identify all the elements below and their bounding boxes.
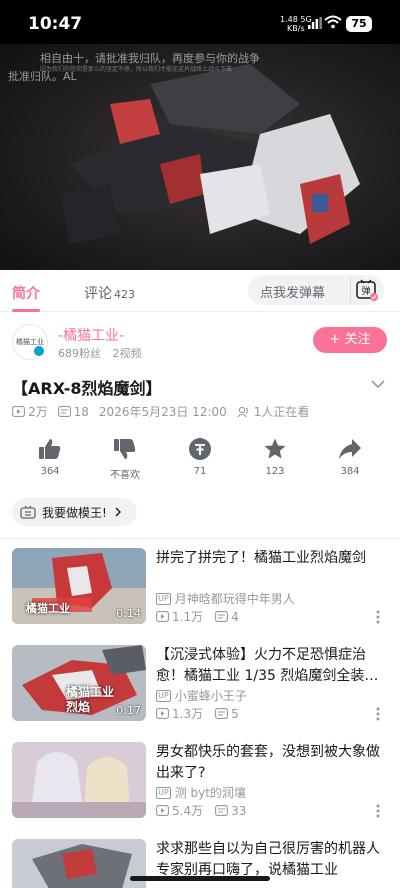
favorite-button[interactable]: 123 — [245, 436, 305, 477]
verified-badge-icon — [33, 345, 45, 357]
share-button[interactable]: 384 — [320, 436, 380, 477]
danmaku-count: 18 — [73, 404, 89, 419]
play-count-icon — [156, 708, 169, 719]
action-row: 364 不喜欢 71 123 384 — [0, 436, 400, 486]
related-video-uploader: UP 月神晗都玩得中年男人 — [156, 592, 295, 606]
up-badge-icon: UP — [156, 689, 171, 702]
video-title: 【ARX-8烈焰魔剑】 — [12, 379, 162, 398]
watching-count: 1人正在看 — [253, 405, 310, 419]
more-options-icon[interactable] — [375, 804, 381, 818]
network-speed: 1.48 5G KB/s — [280, 15, 312, 33]
wifi-icon — [324, 15, 342, 29]
related-video-title: 拼完了拼完了！橘猫工业烈焰魔剑 — [156, 550, 366, 566]
danmaku-count-icon — [215, 805, 229, 816]
watching-icon — [237, 406, 248, 417]
related-video-stats: 1.1万 4 — [156, 608, 251, 625]
svg-text:弹: 弹 — [361, 285, 370, 297]
thumbs-down-icon — [114, 439, 136, 459]
divider — [0, 538, 400, 539]
tab-comments[interactable]: 评论 423 — [84, 283, 135, 303]
related-video-stats: 1.3万 5 — [156, 705, 251, 722]
play-count-icon — [12, 406, 25, 417]
related-video[interactable]: 男女都快乐的套套，没想到被大象做出来了? UP 测 byt的润壤 5.4万 33 — [0, 742, 400, 834]
up-badge-icon: UP — [156, 786, 171, 799]
danmaku-count-icon — [215, 708, 229, 719]
publish-date: 2026年5月23日 12:00 — [98, 405, 227, 419]
up-badge-icon: UP — [156, 592, 171, 605]
danmaku-count-icon — [57, 406, 71, 417]
related-video[interactable]: 橘猫工业 0:14 拼完了拼完了！橘猫工业烈焰魔剑 UP 月神晗都玩得中年男人 1… — [0, 548, 400, 640]
active-tab-indicator — [12, 309, 40, 312]
related-video[interactable]: 橘猫工业 烈焰 0:17 【沉浸式体验】火力不足恐惧症治愈！橘猫工业 1/35 … — [0, 645, 400, 737]
dislike-button[interactable]: 不喜欢 — [95, 436, 155, 481]
home-indicator[interactable] — [130, 876, 270, 881]
uploader-meta: 689粉丝 2视频 — [58, 345, 150, 361]
thumbnail-caption: 橘猫工业 — [26, 602, 70, 615]
status-time: 10:47 — [28, 14, 83, 34]
video-thumbnail[interactable]: 橘猫工业 烈焰 0:17 — [12, 645, 146, 721]
danmaku-toggle-icon[interactable]: 弹 — [350, 277, 378, 303]
related-video-title: 男女都快乐的套套，没想到被大象做出来了? — [156, 744, 380, 781]
battery-indicator: 75 — [346, 16, 372, 32]
thumbs-up-icon — [39, 439, 61, 459]
related-video-title: 求求那些自以为自己很厉害的机器人专家别再口嗨了，说橘猫工业 — [156, 841, 380, 878]
tab-bar: 简介 评论 423 点我发弹幕 弹 — [0, 270, 400, 312]
related-video-uploader: UP 测 byt的润壤 — [156, 786, 246, 800]
danmaku-placeholder: 点我发弹幕 — [260, 286, 326, 301]
view-count: 2万 — [28, 405, 48, 419]
related-video-uploader: UP 小蜜蜂小王子 — [156, 689, 247, 703]
chevron-down-icon[interactable] — [370, 378, 386, 390]
status-bar: 10:47 1.48 5G KB/s 75 — [0, 0, 400, 44]
tag-icon — [20, 505, 36, 519]
signal-icon — [308, 17, 322, 29]
danmaku-line: 批准归队。AL — [8, 70, 77, 83]
fans-count: 689粉丝 — [58, 347, 101, 360]
tab-intro[interactable]: 简介 — [12, 283, 40, 303]
related-video-title: 【沉浸式体验】火力不足恐惧症治愈！橘猫工业 1/35 烈焰魔剑全装… — [156, 647, 379, 684]
chevron-right-icon — [115, 507, 121, 517]
play-count-icon — [156, 805, 169, 816]
video-player[interactable]: 相自由十，请批准我归队，再度参与你的战争 因为我们的信仰是那么的坚定不移，所以我… — [0, 44, 400, 270]
coin-icon — [189, 438, 211, 460]
related-video-stats: 5.4万 33 — [156, 802, 258, 819]
tag-label: 我要做模王! — [42, 505, 107, 520]
follow-button[interactable]: + 关注 — [313, 327, 387, 353]
video-thumbnail[interactable]: 橘猫工业 0:14 — [12, 548, 146, 624]
video-thumbnail[interactable] — [12, 742, 146, 818]
video-duration: 0:17 — [116, 704, 141, 717]
video-thumbnail[interactable] — [12, 839, 146, 888]
danmaku-input[interactable]: 点我发弹幕 弹 — [248, 275, 384, 305]
star-icon — [264, 438, 286, 459]
coin-button[interactable]: 71 — [170, 436, 230, 477]
play-count-icon — [156, 611, 169, 622]
activity-tag[interactable]: 我要做模王! — [12, 498, 137, 526]
video-stats: 2万 18 2026年5月23日 12:00 1人正在看 — [12, 403, 319, 420]
video-duration: 0:14 — [116, 607, 141, 620]
more-options-icon[interactable] — [375, 610, 381, 624]
danmaku-count-icon — [215, 611, 229, 622]
more-options-icon[interactable] — [375, 707, 381, 721]
share-icon — [339, 439, 361, 459]
uploader-name[interactable]: -橘猫工业- — [58, 325, 124, 345]
like-button[interactable]: 364 — [20, 436, 80, 477]
videos-count: 2视频 — [112, 347, 142, 360]
